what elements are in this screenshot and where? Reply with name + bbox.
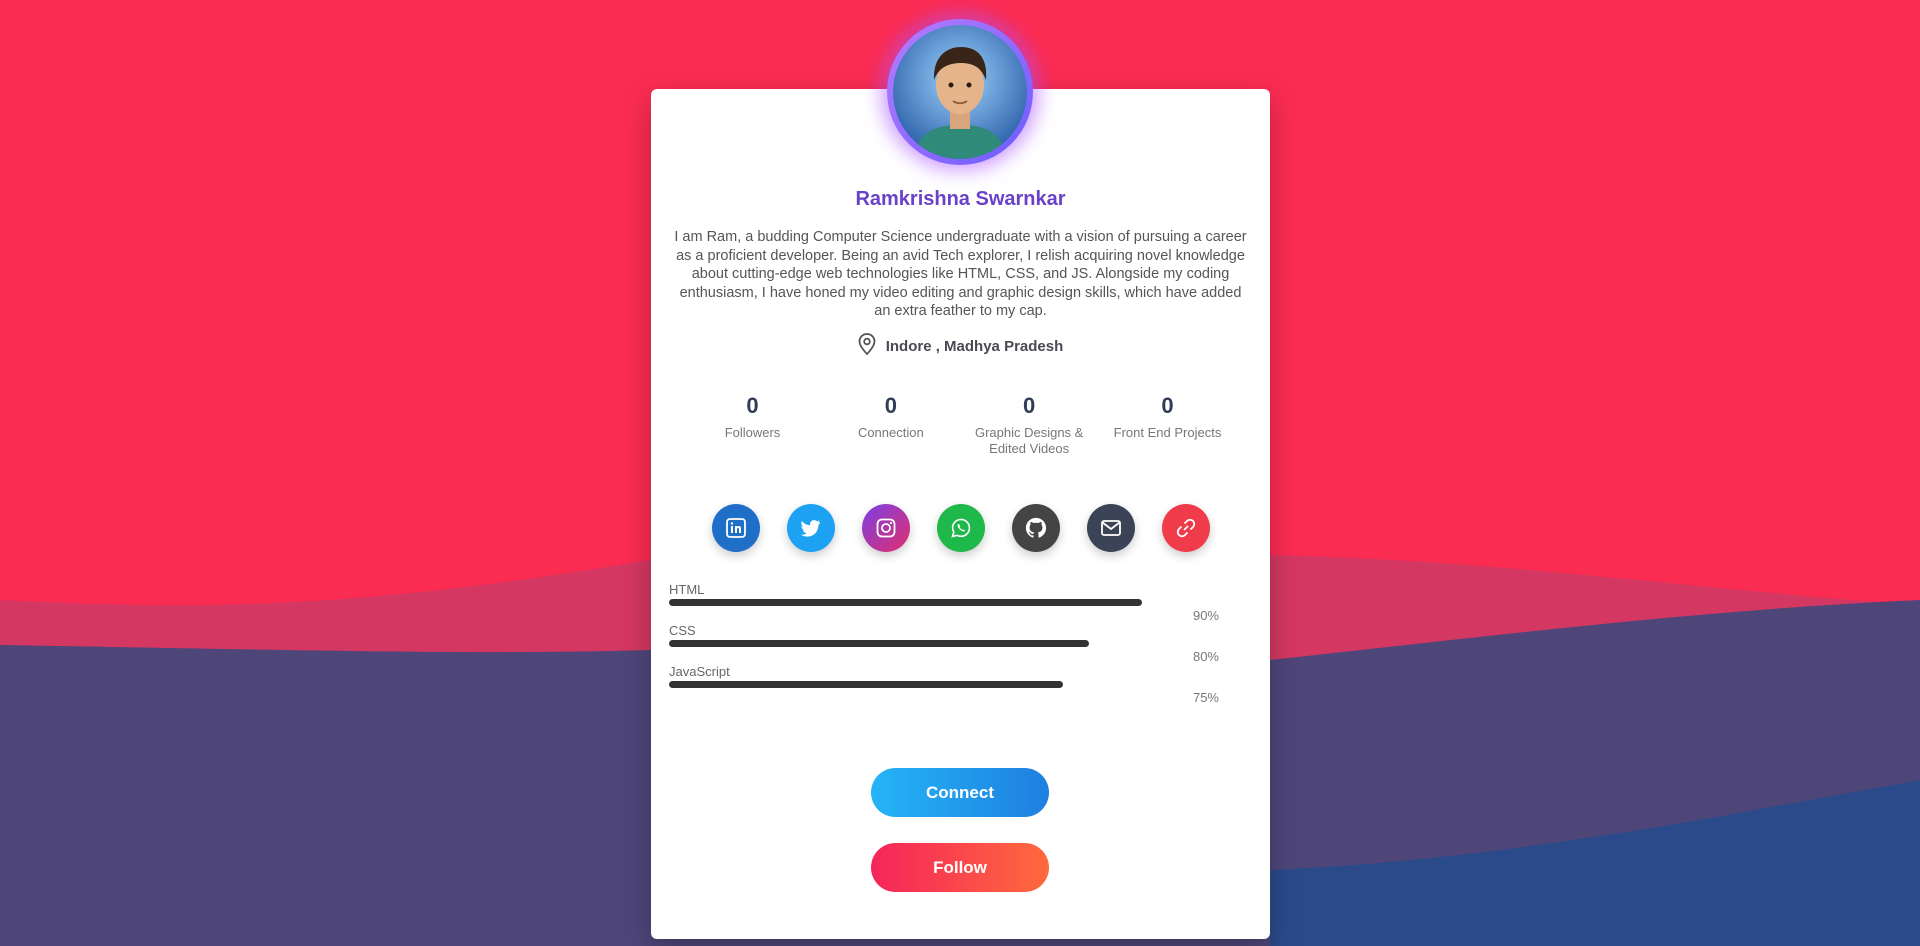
location: Indore , Madhya Pradesh <box>651 333 1270 359</box>
stat-label: Connection <box>857 425 924 440</box>
skill-label: CSS <box>669 623 696 638</box>
skill-progress-track <box>669 681 1194 688</box>
linkedin-button[interactable] <box>711 504 760 552</box>
link-icon <box>1176 518 1195 538</box>
stat-value: 0 <box>1161 393 1174 418</box>
follow-button[interactable]: Follow <box>871 843 1049 892</box>
stat-front-end-projects: 0 Front End Projects <box>1105 393 1230 457</box>
whatsapp-button[interactable] <box>936 504 985 552</box>
stat-value: 0 <box>746 393 759 418</box>
avatar-image <box>893 25 1027 159</box>
stat-label: Front End Projects <box>1113 425 1222 440</box>
skill-progress-track <box>669 599 1194 606</box>
connect-button[interactable]: Connect <box>871 768 1049 817</box>
stats-row: 0 Followers 0 Connection 0 Graphic Desig… <box>690 393 1230 457</box>
skill-css: CSS 80% <box>669 623 1239 664</box>
skill-progress-fill <box>669 681 1063 688</box>
mail-icon <box>1100 520 1121 536</box>
social-links <box>651 504 1270 552</box>
stat-label: Graphic Designs & Edited Videos <box>974 425 1084 456</box>
stat-graphic-designs: 0 Graphic Designs & Edited Videos <box>967 393 1092 457</box>
stat-connection: 0 Connection <box>828 393 953 457</box>
twitter-button[interactable] <box>786 504 835 552</box>
instagram-button[interactable] <box>861 504 910 552</box>
instagram-icon <box>876 518 895 538</box>
github-icon <box>1025 517 1046 538</box>
link-button[interactable] <box>1161 504 1210 552</box>
whatsapp-icon <box>950 518 970 538</box>
skill-percent: 75% <box>1192 690 1219 705</box>
profile-name: Ramkrishna Swarnkar <box>855 188 1066 210</box>
skill-progress-fill <box>669 599 1142 606</box>
skills-section: HTML 90% CSS 80% JavaScript 75% <box>669 582 1239 705</box>
stat-value: 0 <box>884 393 897 418</box>
stat-value: 0 <box>1023 393 1036 418</box>
twitter-icon <box>800 520 820 537</box>
location-text: Indore , Madhya Pradesh <box>885 337 1064 355</box>
skill-label: JavaScript <box>669 664 730 679</box>
skill-progress-track <box>669 640 1194 647</box>
skill-javascript: JavaScript 75% <box>669 664 1239 705</box>
stat-label: Followers <box>724 425 781 440</box>
avatar <box>887 19 1033 165</box>
skill-progress-fill <box>669 640 1089 647</box>
stat-followers: 0 Followers <box>690 393 815 457</box>
mail-button[interactable] <box>1086 504 1135 552</box>
skill-html: HTML 90% <box>669 582 1239 623</box>
profile-bio: I am Ram, a budding Computer Science und… <box>674 229 1247 319</box>
linkedin-icon <box>725 518 746 538</box>
location-pin-icon <box>858 333 876 359</box>
skill-percent: 90% <box>1192 608 1219 623</box>
github-button[interactable] <box>1011 504 1060 552</box>
skill-percent: 80% <box>1192 649 1219 664</box>
skill-label: HTML <box>669 582 705 597</box>
